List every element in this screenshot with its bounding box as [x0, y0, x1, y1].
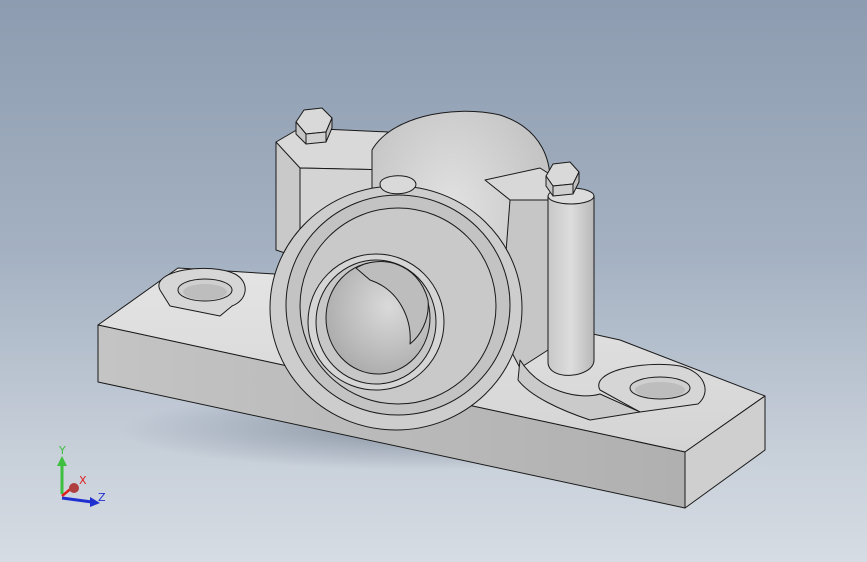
right-cap-bolt [545, 161, 580, 197]
y-axis-arrow [57, 456, 67, 466]
triad-origin [69, 483, 79, 493]
left-cap-bolt [295, 107, 333, 145]
right-bolt-pillar [547, 195, 595, 376]
coordinate-triad: Y X Z [57, 444, 106, 507]
z-axis-line [61, 496, 93, 504]
z-axis-label: Z [98, 491, 106, 504]
bearing-housing-model[interactable] [0, 0, 867, 562]
x-axis-label: X [79, 474, 87, 487]
y-axis-label: Y [58, 444, 66, 457]
graphics-viewport[interactable]: Y X Z [0, 0, 867, 562]
grease-boss [379, 175, 417, 195]
